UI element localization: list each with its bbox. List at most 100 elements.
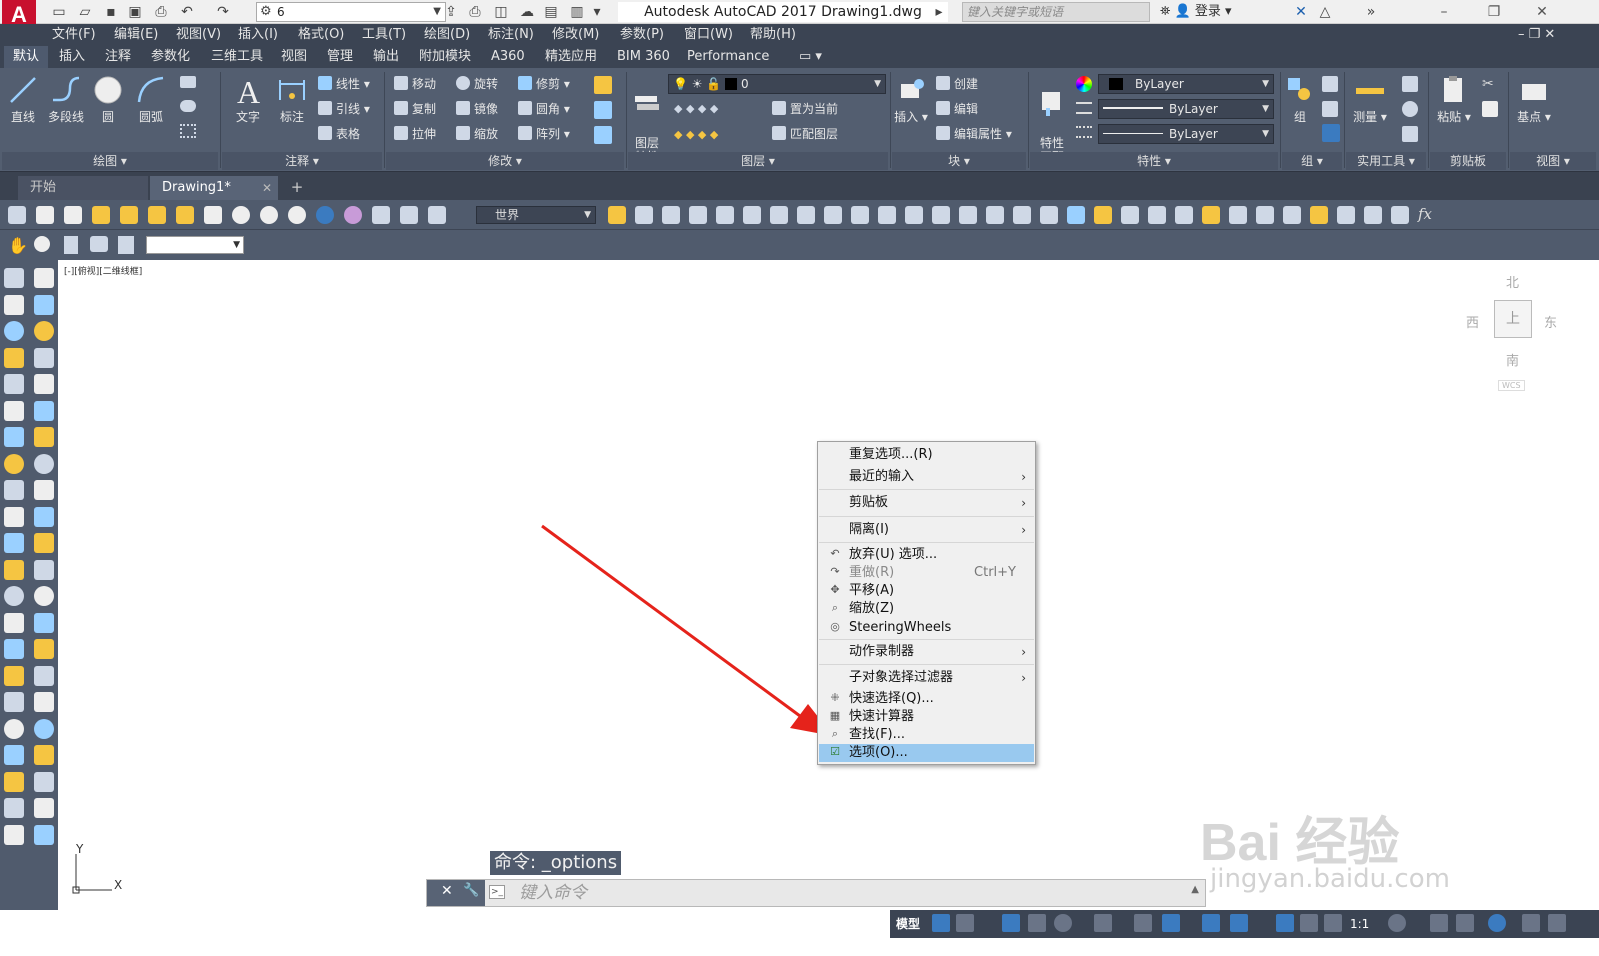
exchange-icon[interactable]: ✕ <box>1292 3 1310 21</box>
left-toolbar-tool-icon[interactable] <box>4 559 24 580</box>
panel-title-utilities[interactable]: 实用工具 ▾ <box>1346 152 1426 170</box>
left-toolbar-tool-icon[interactable] <box>4 453 24 474</box>
panel-title-modify[interactable]: 修改 ▾ <box>386 152 624 170</box>
left-toolbar-tool-icon[interactable] <box>34 321 54 341</box>
group-edit-icon[interactable] <box>1322 101 1338 117</box>
toolbar-tool-icon[interactable] <box>1310 206 1328 224</box>
toolbar-tool-icon[interactable] <box>316 206 334 224</box>
edit-attributes-button[interactable]: 编辑属性 ▾ <box>936 124 1012 144</box>
left-toolbar-tool-icon[interactable] <box>34 533 54 553</box>
doc-window-controls[interactable]: – ❐ ✕ <box>1518 24 1555 46</box>
tab-start[interactable]: 开始 <box>18 176 148 200</box>
tab-default[interactable]: 默认 <box>4 46 49 68</box>
linetype-dropdown[interactable]: ByLayer ▼ <box>1098 124 1274 144</box>
menu-view[interactable]: 视图(V) <box>176 24 221 46</box>
left-toolbar-tool-icon[interactable] <box>34 771 54 792</box>
draw-small-tools[interactable] <box>180 76 210 146</box>
quick-select-icon[interactable] <box>1402 76 1418 92</box>
left-toolbar-tool-icon[interactable] <box>4 294 24 315</box>
left-toolbar-tool-icon[interactable] <box>34 374 54 394</box>
left-toolbar-tool-icon[interactable] <box>34 639 54 659</box>
menu-item-action-recorder[interactable]: 动作录制器 › <box>819 643 1034 661</box>
left-toolbar-tool-icon[interactable] <box>4 533 24 553</box>
viewcube[interactable]: 北 西 上 东 南 WCS <box>1460 268 1570 398</box>
walk-icon[interactable] <box>118 236 134 254</box>
grid-icon[interactable] <box>932 914 950 932</box>
arc-button[interactable]: 圆弧 <box>132 74 170 125</box>
left-toolbar-tool-icon[interactable] <box>34 400 54 421</box>
dynamic-ucs-icon[interactable] <box>1162 914 1180 932</box>
save-icon[interactable]: ▪ <box>102 3 120 21</box>
units-icon[interactable] <box>1456 914 1474 932</box>
toolbar-tool-icon[interactable] <box>36 206 54 224</box>
toolbar-tool-icon[interactable] <box>260 206 278 224</box>
toolbar-tool-icon[interactable] <box>1121 206 1139 224</box>
wrench-icon[interactable]: 🔧 <box>463 883 479 898</box>
lineweight-toggle-icon[interactable] <box>1202 914 1220 932</box>
offset-icon[interactable] <box>594 126 612 144</box>
viewcube-north[interactable]: 北 <box>1506 272 1519 291</box>
infer-constraints-icon[interactable] <box>1002 914 1020 932</box>
left-toolbar-tool-icon[interactable] <box>34 347 54 368</box>
layout-icon[interactable]: ▥ <box>568 3 586 21</box>
set-current-layer-button[interactable]: 置为当前 <box>772 99 838 119</box>
circle-button[interactable]: 圆 <box>90 74 126 125</box>
qat-more-icon[interactable]: ▾ <box>588 3 606 21</box>
menu-tools[interactable]: 工具(T) <box>362 24 406 46</box>
export-icon[interactable]: ▤ <box>542 3 560 21</box>
copy-clip-icon[interactable] <box>1482 101 1498 117</box>
cloud-icon[interactable]: ☁ <box>518 3 536 21</box>
print-icon[interactable]: ⎙ <box>466 3 484 21</box>
annotation-scale-value[interactable]: 1:1 <box>1350 914 1369 934</box>
color-wheel-icon[interactable] <box>1076 76 1092 92</box>
more-icon[interactable]: » <box>1362 3 1380 21</box>
color-dropdown[interactable]: ByLayer ▼ <box>1098 74 1274 94</box>
linetype-icon[interactable] <box>1076 126 1092 138</box>
toolbar-tool-icon[interactable] <box>770 206 788 224</box>
menu-format[interactable]: 格式(O) <box>298 24 344 46</box>
match-properties-button[interactable]: 特性 匹配 <box>1032 74 1072 164</box>
layer-dropdown[interactable]: 💡 ☀ 🔓 0 ▼ <box>668 74 886 94</box>
left-toolbar-tool-icon[interactable] <box>4 612 24 633</box>
menu-item-options[interactable]: ☑ 选项(O)... <box>819 744 1034 762</box>
menu-item-quick-calc[interactable]: ▦ 快速计算器 <box>819 708 1034 726</box>
close-button[interactable]: ✕ <box>1522 0 1562 24</box>
undo-icon[interactable]: ↶ <box>178 3 196 21</box>
move-button[interactable]: 移动 <box>394 74 436 94</box>
toolbar-tool-icon[interactable] <box>689 206 707 224</box>
tab-addins[interactable]: 附加模块 <box>410 46 480 68</box>
left-toolbar-tool-icon[interactable] <box>34 824 54 845</box>
ortho-icon[interactable] <box>1028 914 1046 932</box>
layer-properties-button[interactable]: 图层 特性 <box>630 74 664 164</box>
toolbar-tool-icon[interactable] <box>959 206 977 224</box>
toolbar-tool-icon[interactable] <box>92 206 110 224</box>
menu-insert[interactable]: 插入(I) <box>238 24 278 46</box>
left-toolbar-tool-icon[interactable] <box>4 480 24 500</box>
create-block-button[interactable]: 创建 <box>936 74 978 94</box>
toolbar-tool-icon[interactable] <box>204 206 222 224</box>
tab-output[interactable]: 输出 <box>364 46 408 68</box>
rectangle-icon[interactable] <box>180 76 196 88</box>
left-toolbar-tool-icon[interactable] <box>4 321 24 341</box>
otrack-icon[interactable] <box>1134 914 1152 932</box>
menu-item-undo[interactable]: ↶ 放弃(U) 选项... <box>819 546 1034 564</box>
menu-file[interactable]: 文件(F) <box>52 24 96 46</box>
toolbar-tool-icon[interactable] <box>64 206 82 224</box>
command-input[interactable]: 键入命令 <box>519 882 1119 904</box>
mirror-button[interactable]: 镜像 <box>456 99 498 119</box>
paste-button[interactable]: 粘贴 ▾ <box>1434 74 1474 125</box>
left-toolbar-tool-icon[interactable] <box>4 665 24 686</box>
menu-item-pan[interactable]: ✥ 平移(A) <box>819 582 1034 600</box>
wcs-menu[interactable]: WCS <box>1498 380 1525 391</box>
region-icon[interactable] <box>180 124 196 138</box>
array-button[interactable]: 阵列 ▾ <box>518 124 570 144</box>
toolbar-tool-icon[interactable] <box>1337 206 1355 224</box>
left-toolbar-tool-icon[interactable] <box>4 268 24 288</box>
save-as-icon[interactable]: ▣ <box>126 3 144 21</box>
panel-title-view[interactable]: 视图 ▾ <box>1510 152 1596 170</box>
erase-icon[interactable] <box>594 76 612 94</box>
menu-item-recent-input[interactable]: 最近的输入 › <box>819 468 1034 486</box>
left-toolbar-tool-icon[interactable] <box>4 347 24 368</box>
left-toolbar-tool-icon[interactable] <box>34 612 54 633</box>
viewcube-west[interactable]: 西 <box>1466 312 1479 331</box>
